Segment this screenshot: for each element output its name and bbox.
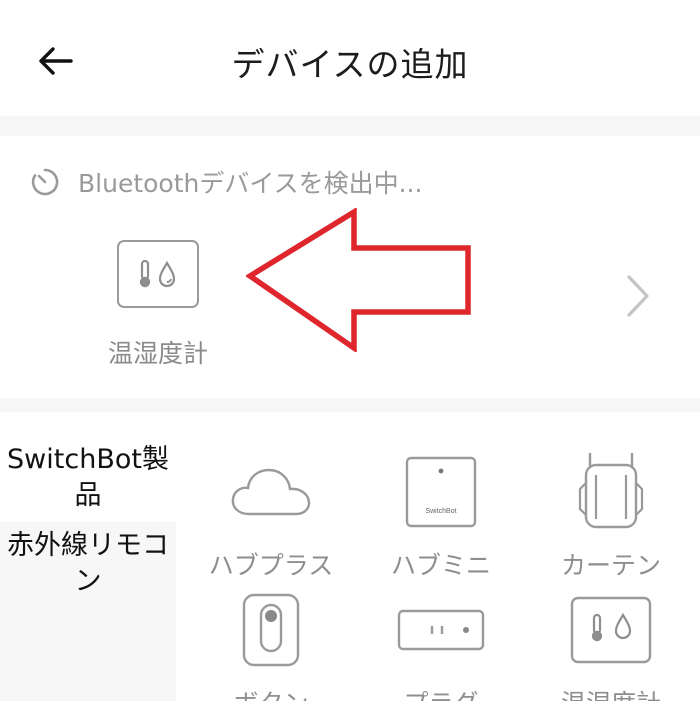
product-label: プラグ [356,684,526,701]
category-ir-remote[interactable]: 赤外線リモコン [0,522,176,701]
scan-next-button[interactable] [618,266,658,326]
found-device-thermo-hygrometer[interactable]: 温湿度計 [98,240,218,370]
header: デバイスの追加 [0,0,700,116]
thermo-hygrometer-icon [526,580,696,680]
cloud-icon [186,442,356,542]
product-hub-mini[interactable]: SwitchBot ハブミニ [356,442,526,582]
hub-mini-icon: SwitchBot [356,442,526,542]
product-label: 温湿度計 [526,684,696,701]
product-curtain[interactable]: カーテン [526,442,696,582]
hub-mini-brand-text: SwitchBot [425,508,456,515]
annotation-arrow-icon [246,208,471,352]
curtain-icon [526,442,696,542]
category-section: SwitchBot製品 赤外線リモコン ハブプラス SwitchBot ハブミニ [0,412,700,701]
product-button[interactable]: ボタン [186,580,356,701]
scan-status: Bluetoothデバイスを検出中... [30,164,422,200]
loading-icon [31,168,59,196]
product-label: カーテン [560,551,661,580]
found-device-label: 温湿度計 [107,339,208,368]
product-hub-plus[interactable]: ハブプラス [186,442,356,582]
product-label: ボタン [186,684,356,701]
button-icon [186,580,356,680]
product-thermo-hygrometer[interactable]: 温湿度計 [526,580,696,701]
chevron-right-icon [627,275,649,317]
product-label: ハブプラス [208,551,334,580]
page-title: デバイスの追加 [231,45,469,84]
thermo-hygrometer-icon [117,240,199,308]
plug-icon [356,580,526,680]
category-switchbot-products[interactable]: SwitchBot製品 [0,432,176,522]
scan-status-text: Bluetoothデバイスを検出中... [78,169,423,198]
product-plug[interactable]: プラグ [356,580,526,701]
category-sidebar: SwitchBot製品 赤外線リモコン [0,432,176,701]
product-label: ハブミニ [390,551,491,580]
